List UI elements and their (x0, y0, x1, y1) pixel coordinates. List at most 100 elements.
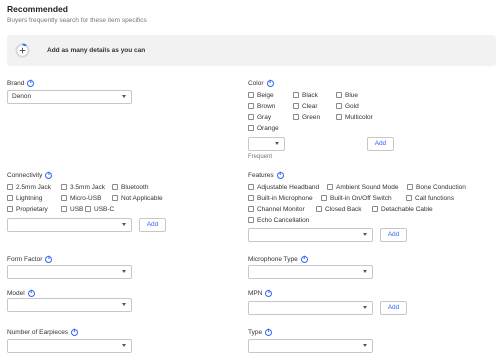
connectivity-option-bluetooth[interactable]: Bluetooth (112, 184, 148, 191)
color-select[interactable] (248, 137, 285, 151)
features-add-button[interactable]: Add (380, 228, 407, 242)
connectivity-add-button[interactable]: Add (139, 218, 166, 232)
checkbox[interactable] (248, 92, 254, 98)
connectivity-option-usb[interactable]: USB (61, 206, 83, 213)
section-title: Recommended (7, 4, 68, 14)
connectivity-option-not-applicable[interactable]: Not Applicable (112, 195, 163, 202)
brand-label: Brand (7, 79, 35, 87)
checkbox[interactable] (61, 206, 67, 212)
checkbox[interactable] (327, 184, 333, 190)
checkbox-row: Echo Cancellation (248, 216, 472, 224)
checkbox[interactable] (85, 206, 91, 212)
chevron-down-icon (122, 344, 126, 347)
feature-option-echo-cancellation[interactable]: Echo Cancellation (248, 217, 309, 224)
checkbox[interactable] (321, 195, 327, 201)
color-option-brown[interactable]: Brown (248, 103, 287, 110)
checkbox[interactable] (407, 184, 413, 190)
checkbox[interactable] (372, 206, 378, 212)
feature-option-built-in-microphone[interactable]: Built-in Microphone (248, 195, 315, 202)
feature-option-channel-monitor[interactable]: Channel Monitor (248, 206, 310, 213)
color-label: Color (248, 79, 274, 87)
chevron-down-icon (363, 306, 367, 309)
section-subtitle: Buyers frequently search for these item … (7, 17, 147, 24)
checkbox[interactable] (248, 195, 254, 201)
chevron-down-icon (363, 233, 367, 236)
microphone-type-select[interactable] (248, 265, 373, 279)
checkbox[interactable] (248, 184, 254, 190)
color-option-orange[interactable]: Orange (248, 125, 279, 132)
color-option-clear[interactable]: Clear (293, 103, 330, 110)
checkbox[interactable] (61, 195, 67, 201)
connectivity-select[interactable] (7, 218, 132, 232)
color-option-green[interactable]: Green (293, 114, 330, 121)
info-icon[interactable] (27, 289, 35, 297)
feature-option-detachable-cable[interactable]: Detachable Cable (372, 206, 433, 213)
info-icon[interactable] (266, 79, 274, 87)
model-select[interactable] (7, 298, 132, 312)
info-icon[interactable] (45, 171, 53, 179)
color-option-blue[interactable]: Blue (336, 92, 358, 99)
number-of-earpieces-select[interactable] (7, 339, 132, 353)
color-option-gold[interactable]: Gold (336, 103, 359, 110)
connectivity-option-3-5mm-jack[interactable]: 3.5mm Jack (61, 184, 106, 191)
checkbox[interactable] (336, 92, 342, 98)
info-icon[interactable] (45, 255, 53, 263)
connectivity-option-micro-usb[interactable]: Micro-USB (61, 195, 106, 202)
feature-option-ambient-sound-mode[interactable]: Ambient Sound Mode (327, 184, 401, 191)
color-option-gray[interactable]: Gray (248, 114, 287, 121)
feature-option-adjustable-headband[interactable]: Adjustable Headband (248, 184, 321, 191)
feature-option-closed-back[interactable]: Closed Back (316, 206, 366, 213)
info-icon[interactable] (71, 328, 79, 336)
form-factor-select[interactable] (7, 265, 132, 279)
type-select[interactable] (248, 339, 373, 353)
checkbox-row: Lightning Micro-USB Not Applicable (7, 194, 169, 202)
color-option-multicolor[interactable]: Multicolor (336, 114, 373, 121)
mpn-select[interactable] (248, 301, 373, 315)
checkbox[interactable] (7, 184, 13, 190)
info-icon[interactable] (300, 255, 308, 263)
feature-option-call-functions[interactable]: Call functions (406, 195, 454, 202)
checkbox[interactable] (248, 125, 254, 131)
checkbox[interactable] (406, 195, 412, 201)
checkbox[interactable] (248, 217, 254, 223)
feature-option-bone-conduction[interactable]: Bone Conduction (407, 184, 466, 191)
info-icon[interactable] (265, 289, 273, 297)
checkbox[interactable] (293, 114, 299, 120)
checkbox[interactable] (248, 206, 254, 212)
checkbox[interactable] (248, 114, 254, 120)
checkbox[interactable] (248, 103, 254, 109)
checkbox-row: Beige Black Blue (248, 91, 379, 99)
checkbox[interactable] (112, 195, 118, 201)
mpn-add-button[interactable]: Add (380, 301, 407, 315)
feature-option-built-in-on-off-switch[interactable]: Built-in On/Off Switch (321, 195, 400, 202)
checkbox[interactable] (293, 92, 299, 98)
connectivity-option-lightning[interactable]: Lightning (7, 195, 55, 202)
checkbox[interactable] (316, 206, 322, 212)
checkbox-row: Proprietary USB USB-C (7, 205, 169, 213)
checkbox[interactable] (293, 103, 299, 109)
checkbox[interactable] (7, 195, 13, 201)
checkbox[interactable] (112, 184, 118, 190)
connectivity-option-usb-c[interactable]: USB-C (85, 206, 114, 213)
chevron-down-icon (363, 344, 367, 347)
info-icon[interactable] (276, 171, 284, 179)
features-label: Features (248, 171, 284, 179)
info-icon[interactable] (27, 79, 35, 87)
checkbox[interactable] (336, 103, 342, 109)
progress-ring-icon (15, 43, 30, 58)
connectivity-checkbox-group: 2.5mm Jack 3.5mm Jack Bluetooth Lightnin… (7, 183, 169, 213)
brand-select[interactable]: Denon (7, 90, 132, 104)
connectivity-label: Connectivity (7, 171, 53, 179)
checkbox[interactable] (336, 114, 342, 120)
completion-banner: Add as many details as you can (7, 35, 496, 66)
color-add-button[interactable]: Add (367, 137, 394, 151)
features-select[interactable] (248, 228, 373, 242)
checkbox[interactable] (7, 206, 13, 212)
checkbox-row: Built-in Microphone Built-in On/Off Swit… (248, 194, 472, 202)
connectivity-option-2-5mm-jack[interactable]: 2.5mm Jack (7, 184, 55, 191)
checkbox[interactable] (61, 184, 67, 190)
color-option-black[interactable]: Black (293, 92, 330, 99)
info-icon[interactable] (265, 328, 273, 336)
color-option-beige[interactable]: Beige (248, 92, 287, 99)
connectivity-option-proprietary[interactable]: Proprietary (7, 206, 55, 213)
